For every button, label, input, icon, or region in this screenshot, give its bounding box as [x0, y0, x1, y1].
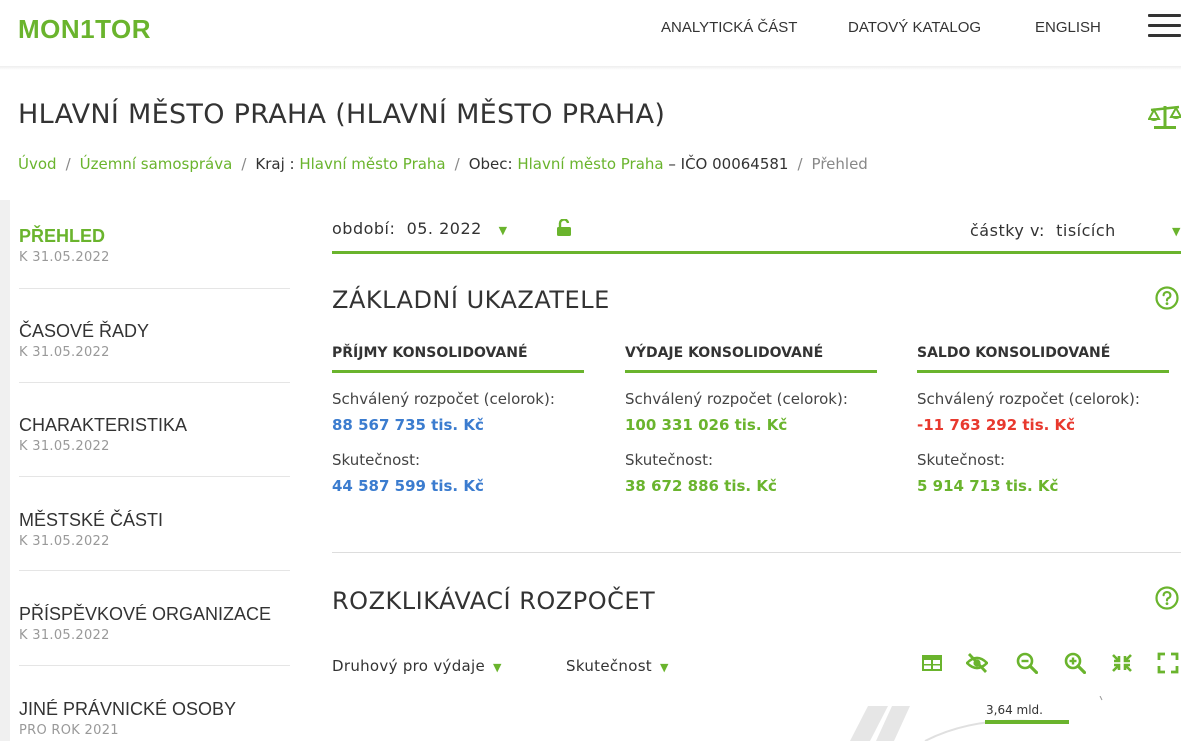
help-icon[interactable]: [1155, 286, 1179, 310]
breadcrumb-home[interactable]: Úvod: [18, 155, 57, 173]
indicators-heading: ZÁKLADNÍ UKAZATELE: [332, 286, 610, 314]
budget-label: Schválený rozpočet (celorok):: [625, 390, 848, 408]
period-label: období:: [332, 219, 396, 238]
sidebar-edge: [0, 200, 10, 741]
breadcrumb-current: Přehled: [811, 155, 868, 173]
sidebar-divider: [19, 476, 290, 477]
chart-value-bar: [985, 720, 1069, 724]
actual-label: Skutečnost:: [625, 451, 714, 469]
actual-value: 44 587 599 tis. Kč: [332, 477, 484, 495]
breadcrumb-region-label: Kraj :: [255, 155, 300, 173]
budget-label: Schválený rozpočet (celorok):: [917, 390, 1140, 408]
actual-label: Skutečnost:: [917, 451, 1006, 469]
zoom-out-icon[interactable]: [1016, 652, 1038, 674]
sidebar-divider: [19, 288, 290, 289]
budget-value: -11 763 292 tis. Kč: [917, 416, 1076, 434]
amount-label: částky v:: [970, 221, 1045, 240]
breadcrumb-municipality[interactable]: Hlavní město Praha: [517, 155, 663, 173]
breadcrumb-region[interactable]: Hlavní město Praha: [299, 155, 445, 173]
budget-value-dropdown[interactable]: Skutečnost ▼: [566, 657, 669, 675]
section-divider: [332, 552, 1181, 553]
logo[interactable]: MON1TOR: [18, 14, 151, 45]
header-divider: [0, 66, 1181, 70]
sidebar-item-date: PRO ROK 2021: [19, 723, 119, 738]
breadcrumb-ico: – IČO 00064581: [668, 155, 789, 173]
sidebar-item-label: JINÉ PRÁVNICKÉ OSOBY: [19, 699, 237, 719]
nav-data-catalog[interactable]: DATOVÝ KATALOG: [848, 19, 981, 36]
breadcrumb-separator: /: [454, 155, 460, 173]
chart-value-label: 3,64 mld.: [986, 703, 1043, 717]
dropdown-value: Skutečnost: [566, 657, 652, 675]
sidebar-item-city-districts[interactable]: MĚSTSKÉ ČÁSTI K 31.05.2022: [19, 510, 290, 549]
sidebar-item-label: PŘÍSPĚVKOVÉ ORGANIZACE: [19, 604, 272, 624]
sidebar-divider: [19, 665, 290, 666]
breadcrumb: Úvod / Územní samospráva / Kraj : Hlavní měs…: [18, 155, 868, 173]
budget-heading: ROZKLIKÁVACÍ ROZPOČET: [332, 587, 656, 615]
nav-english[interactable]: ENGLISH: [1035, 19, 1101, 36]
collapse-icon[interactable]: [1111, 652, 1133, 674]
sidebar-item-date: K 31.05.2022: [19, 534, 110, 549]
menu-icon[interactable]: [1148, 14, 1181, 40]
page-title: HLAVNÍ MĚSTO PRAHA (HLAVNÍ MĚSTO PRAHA): [18, 99, 666, 130]
top-navigation-bar: MON1TOR ANALYTICKÁ ČÁST DATOVÝ KATALOG E…: [0, 0, 1181, 60]
eye-off-icon[interactable]: [966, 652, 988, 674]
indicator-expenditure: VÝDAJE KONSOLIDOVANÉ Schválený rozpočet …: [625, 345, 877, 495]
indicator-title: PŘÍJMY KONSOLIDOVANÉ: [332, 345, 584, 373]
sidebar-item-other-legal-entities[interactable]: JINÉ PRÁVNICKÉ OSOBY PRO ROK 2021: [19, 699, 290, 738]
sidebar-item-date: K 31.05.2022: [19, 628, 110, 643]
actual-label: Skutečnost:: [332, 451, 421, 469]
sidebar-item-date: K 31.05.2022: [19, 250, 110, 265]
controls-divider: [332, 251, 1181, 254]
caret-down-icon: ▼: [493, 661, 502, 674]
actual-value: 5 914 713 tis. Kč: [917, 477, 1059, 495]
amount-value: tisících: [1056, 221, 1116, 240]
sidebar-item-characteristics[interactable]: CHARAKTERISTIKA K 31.05.2022: [19, 415, 290, 454]
sidebar-divider: [19, 570, 290, 571]
sidebar-item-time-series[interactable]: ČASOVÉ ŘADY K 31.05.2022: [19, 321, 290, 360]
lock-open-icon[interactable]: [556, 219, 572, 237]
period-value: 05. 2022: [406, 219, 482, 238]
indicator-balance: SALDO KONSOLIDOVANÉ Schválený rozpočet (…: [917, 345, 1169, 495]
period-select[interactable]: období: 05. 2022 ▼: [332, 219, 508, 238]
budget-type-dropdown[interactable]: Druhový pro výdaje ▼: [332, 657, 502, 675]
expand-icon[interactable]: [1157, 652, 1179, 674]
sidebar-item-label: MĚSTSKÉ ČÁSTI: [19, 510, 164, 530]
sidebar-item-date: K 31.05.2022: [19, 345, 110, 360]
breadcrumb-separator: /: [241, 155, 247, 173]
amount-unit-select[interactable]: částky v: tisících ▼: [970, 221, 1181, 240]
table-icon[interactable]: [921, 652, 943, 674]
budget-value: 100 331 026 tis. Kč: [625, 416, 788, 434]
help-icon[interactable]: [1155, 586, 1179, 610]
nav-analytics[interactable]: ANALYTICKÁ ČÁST: [661, 19, 797, 36]
budget-label: Schválený rozpočet (celorok):: [332, 390, 555, 408]
dropdown-value: Druhový pro výdaje: [332, 657, 485, 675]
indicator-income: PŘÍJMY KONSOLIDOVANÉ Schválený rozpočet …: [332, 345, 584, 495]
sidebar-item-label: PŘEHLED: [19, 226, 106, 246]
breadcrumb-separator: /: [797, 155, 803, 173]
scales-icon[interactable]: [1148, 104, 1181, 130]
sidebar-item-contributory-orgs[interactable]: PŘÍSPĚVKOVÉ ORGANIZACE K 31.05.2022: [19, 604, 290, 643]
caret-down-icon: ▼: [660, 661, 669, 674]
actual-value: 38 672 886 tis. Kč: [625, 477, 777, 495]
zoom-in-icon[interactable]: [1064, 652, 1086, 674]
sidebar-item-overview[interactable]: PŘEHLED K 31.05.2022: [19, 226, 290, 265]
caret-down-icon: ▼: [498, 224, 508, 237]
breadcrumb-municipality-label: Obec:: [468, 155, 518, 173]
sidebar-item-label: CHARAKTERISTIKA: [19, 415, 188, 435]
budget-value: 88 567 735 tis. Kč: [332, 416, 484, 434]
sidebar-divider: [19, 382, 290, 383]
indicator-title: SALDO KONSOLIDOVANÉ: [917, 345, 1169, 373]
indicator-title: VÝDAJE KONSOLIDOVANÉ: [625, 345, 877, 373]
caret-down-icon: ▼: [1172, 225, 1181, 238]
sidebar-item-date: K 31.05.2022: [19, 439, 110, 454]
sidebar-item-label: ČASOVÉ ŘADY: [19, 321, 150, 341]
breadcrumb-territorial[interactable]: Územní samospráva: [80, 155, 233, 173]
breadcrumb-separator: /: [65, 155, 71, 173]
